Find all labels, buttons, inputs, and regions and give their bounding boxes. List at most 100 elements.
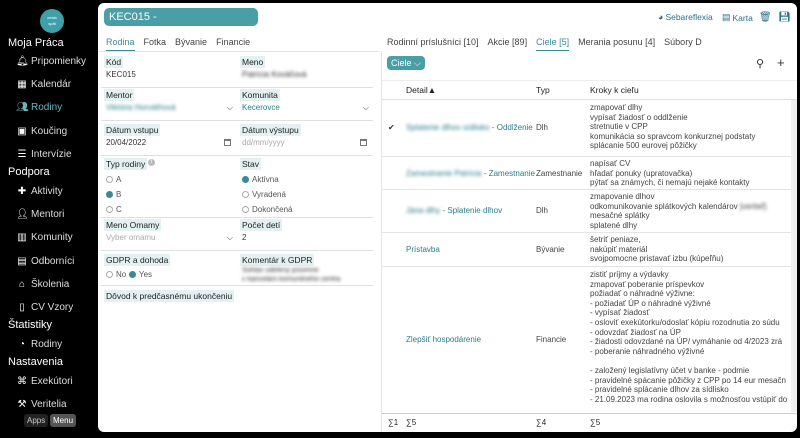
sidebar-item-label: CV Vzory [31, 301, 74, 313]
tab-rodina[interactable]: Rodina [106, 37, 135, 51]
kod-input[interactable]: KEC015 [106, 70, 231, 79]
stav-radio-dokoncena[interactable]: Dokončená [242, 205, 292, 214]
karta-label: Karta [732, 12, 753, 23]
gdpr-radio-no[interactable]: No [106, 270, 126, 279]
left-tabs: Rodina Fotka Bývanie Financie [106, 37, 259, 51]
sidebar-item-label: Intervízie [31, 148, 72, 160]
typ-radio-c[interactable]: C [106, 205, 122, 214]
sidebar-item-label: Odborníci [31, 255, 75, 267]
radio-selected-icon [242, 176, 249, 183]
table-row[interactable]: Prístavba Bývanie šetriť peniaze, nakúpi… [382, 233, 797, 267]
gdpr-komentar-line2[interactable]: v kancelárii komunitného centra [242, 276, 367, 283]
sidebar-item-label: Aktivity [31, 185, 63, 197]
row-detail-link[interactable]: Zamestnanie Patrícia - Zamestnanie [406, 169, 535, 178]
field-label: Dôvod k predčasnému ukončeniu [104, 290, 235, 302]
meno-omamy-select[interactable]: Vyber omamu [106, 233, 231, 242]
field-pocet-deti: Počet detí 2 [237, 217, 373, 251]
chevron-down-icon[interactable]: ⌵ [227, 233, 233, 243]
sidebar-item-komunity[interactable]: ▥ Komunity [16, 229, 72, 245]
table-row[interactable]: Zamestnanie Patrícia - Zamestnanie Zames… [382, 157, 797, 190]
komunita-select[interactable]: Kecerovce [242, 103, 367, 112]
mentor-select[interactable]: Viktória Horváthová [106, 103, 231, 112]
puzzle-icon: ✚ [17, 185, 27, 197]
document-icon: ▯ [19, 301, 25, 313]
datum-vstupu-input[interactable]: 20/04/2022 [106, 138, 231, 147]
tab-subory[interactable]: Súbory D [664, 37, 702, 51]
step-blurred: [veriteľ] [739, 201, 767, 211]
delete-icon[interactable]: 🗑︎ [759, 12, 772, 23]
detail-suffix: - Splatenie dlhov [440, 206, 503, 215]
field-label: Mentor [104, 89, 135, 101]
step-line: splácanie 500 eurovej pôžičky [590, 141, 697, 151]
sidebar-item-intervizie[interactable]: ☰ Intervízie [16, 146, 72, 162]
sidebar-item-label: Koučing [31, 125, 68, 137]
info-icon[interactable]: i [148, 159, 155, 166]
step-line: - pravidelné spácanie pôžičky z CPP po 1… [590, 375, 786, 385]
sidebar-item-veritelia[interactable]: ⚒ Veritelia [16, 396, 67, 412]
table-row[interactable]: Zlepšiť hospodárenie Financie zistiť prí… [382, 267, 797, 413]
bell-icon: 🔔︎ [16, 55, 29, 67]
column-detail[interactable]: Detail▲ [406, 85, 436, 95]
search-icon[interactable]: ⚲ [756, 57, 764, 70]
tab-merania-posunu[interactable]: Merania posunu [4] [578, 37, 655, 51]
gdpr-komentar-line1[interactable]: Súhlas udelený písomne [242, 267, 367, 274]
row-detail-link[interactable]: Splatenie dlhov sídlisko - Oddlženie [406, 123, 533, 132]
detail-name: Splatenie dlhov sídlisko [406, 123, 490, 132]
row-detail-link[interactable]: Zlepšiť hospodárenie [406, 335, 481, 344]
row-detail-link[interactable]: Prístavba [406, 245, 440, 254]
tab-ciele[interactable]: Ciele [5] [536, 37, 570, 51]
field-label: Komunita [240, 89, 280, 101]
app-logo[interactable]: cesta spät [40, 9, 64, 33]
sidebar-item-rodiny[interactable]: 👥︎ Rodiny [16, 99, 62, 115]
column-typ[interactable]: Typ [536, 85, 550, 95]
gdpr-radio-yes[interactable]: Yes [129, 270, 152, 279]
sidebar-item-exekutori[interactable]: ⌘ Exekútori [16, 373, 73, 389]
row-detail-link[interactable]: Jána dlhy - Splatenie dlhov [406, 206, 502, 215]
typ-radio-b[interactable]: B [106, 190, 121, 199]
sidebar-item-aktivity[interactable]: ✚ Aktivity [16, 183, 63, 199]
tab-rodinni-prislusnici[interactable]: Rodinní príslušníci [10] [387, 37, 479, 51]
vertical-scrollbar[interactable] [791, 100, 797, 412]
brain-icon: ◕ [658, 12, 664, 22]
datum-vystupu-input[interactable]: dd/mm/yyyy [242, 138, 367, 147]
pocet-deti-input[interactable]: 2 [242, 233, 367, 242]
ciele-filter-select[interactable]: Ciele ⌵ [387, 56, 425, 70]
stav-radio-aktivna[interactable]: Aktívna [242, 175, 279, 184]
radio-icon [242, 191, 249, 198]
table-row[interactable]: ✔ Splatenie dlhov sídlisko - Oddlženie D… [382, 101, 797, 157]
field-label: Počet detí [240, 219, 283, 231]
tab-akcie[interactable]: Akcie [89] [488, 37, 528, 51]
field-datum-vstupu: Dátum vstupu 20/04/2022 [101, 122, 237, 156]
sidebar-item-koucing[interactable]: ▣ Koučing [16, 123, 67, 139]
sebareflexia-button[interactable]: ◕ Sebareflexia [658, 12, 713, 22]
tab-fotka[interactable]: Fotka [144, 37, 167, 51]
column-kroky[interactable]: Kroky k cieľu [590, 85, 639, 95]
sidebar-item-stat-rodiny[interactable]: ◔ Rodiny [16, 336, 62, 352]
save-icon[interactable]: 💾︎ [778, 12, 791, 23]
sidebar-item-cv-vzory[interactable]: ▯ CV Vzory [16, 299, 73, 315]
sidebar-item-odbornici[interactable]: ▤ Odborníci [16, 253, 74, 269]
calendar-icon[interactable] [224, 139, 231, 146]
tab-financie[interactable]: Financie [216, 37, 250, 51]
tab-byvanie[interactable]: Bývanie [175, 37, 207, 51]
menu-button[interactable]: Menu [50, 414, 77, 427]
field-label: Kód [104, 56, 124, 68]
sidebar-item-mentori[interactable]: 👤︎ Mentori [16, 206, 64, 222]
add-icon[interactable]: + [777, 55, 785, 70]
record-title[interactable]: KEC015 - [104, 8, 258, 26]
typ-radio-a[interactable]: A [106, 175, 121, 184]
meno-input[interactable]: Patrícia Kováčová [242, 70, 367, 79]
sidebar-item-pripomienky[interactable]: 🔔︎ Pripomienky [16, 53, 86, 69]
apps-button[interactable]: Apps [24, 414, 49, 427]
calendar-icon[interactable] [360, 139, 367, 146]
chevron-down-icon[interactable]: ⌵ [227, 103, 233, 113]
karta-button[interactable]: ▤ Karta [722, 12, 753, 23]
sidebar-item-skolenia[interactable]: ⌂ Školenia [16, 276, 69, 292]
sidebar-item-kalendar[interactable]: ▦ Kalendár [16, 76, 71, 92]
step-line: - požiadať ÚP o náhradné výživné [590, 298, 711, 308]
step-line: nakúpiť materiál [590, 244, 648, 254]
chevron-down-icon[interactable]: ⌵ [363, 103, 369, 113]
stav-radio-vyradena[interactable]: Vyradená [242, 190, 286, 199]
column-label: Detail [406, 85, 428, 95]
table-row[interactable]: Jána dlhy - Splatenie dlhov Dlh zmapovan… [382, 190, 797, 233]
